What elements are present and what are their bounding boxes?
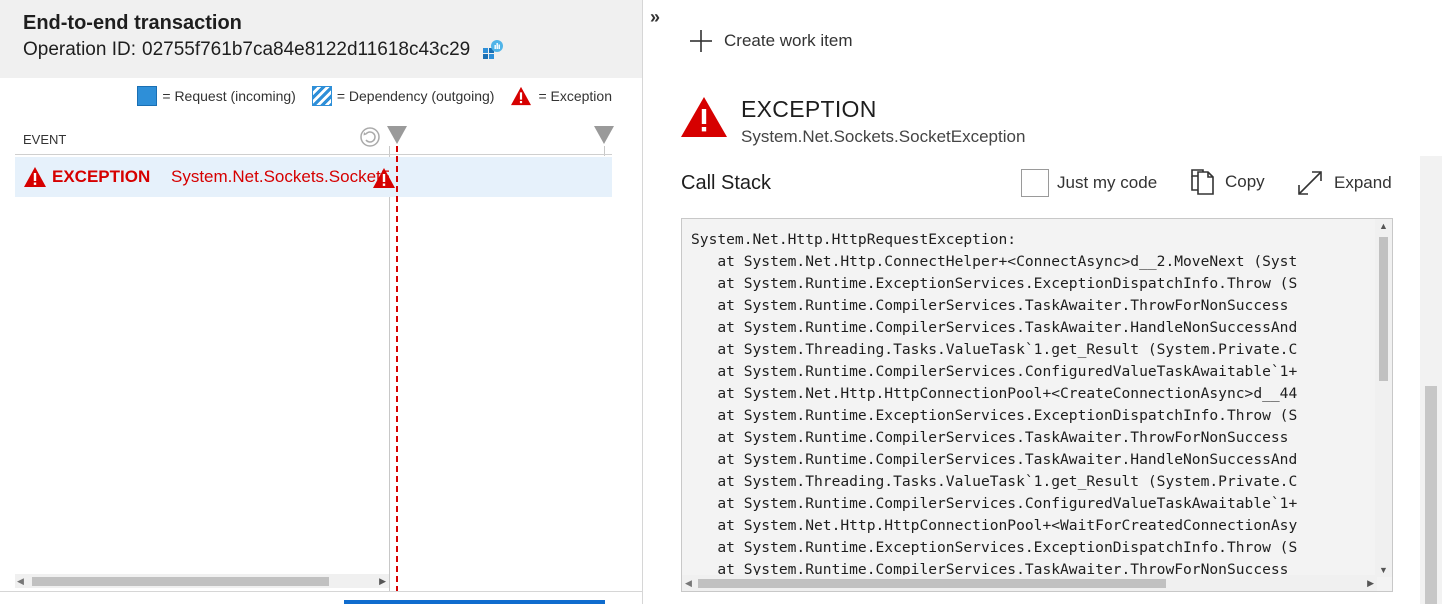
create-work-item-label: Create work item: [724, 31, 853, 50]
legend: = Request (incoming) = Dependency (outgo…: [121, 86, 612, 106]
exception-time-line: [396, 146, 398, 592]
call-stack-line: at System.Runtime.CompilerServices.TaskA…: [691, 319, 1298, 336]
call-stack-box[interactable]: System.Net.Http.HttpRequestException: at…: [681, 218, 1393, 592]
transaction-header: End-to-end transaction Operation ID: 027…: [0, 0, 642, 78]
event-type-label: EXCEPTION: [52, 167, 151, 186]
event-row-exception[interactable]: EXCEPTION System.Net.Sockets.SocketExcep…: [15, 157, 612, 197]
collapse-pane-button[interactable]: »: [650, 7, 660, 28]
exception-marker-icon[interactable]: [372, 167, 396, 189]
event-column-header: EVENT: [23, 132, 67, 147]
call-stack-line: at System.Net.Http.HttpConnectionPool+<W…: [691, 517, 1298, 534]
exception-kind-title: EXCEPTION: [741, 96, 877, 122]
expand-button[interactable]: Expand: [1296, 169, 1392, 197]
call-stack-line: at System.Runtime.ExceptionServices.Exce…: [691, 407, 1298, 424]
copy-label: Copy: [1225, 172, 1265, 191]
call-stack-line: at System.Net.Http.HttpConnectionPool+<C…: [691, 385, 1298, 402]
app-insights-icon[interactable]: [482, 39, 504, 61]
call-stack-text[interactable]: System.Net.Http.HttpRequestException: at…: [691, 229, 1371, 579]
request-swatch-icon: [137, 86, 158, 106]
warning-triangle-icon: [681, 97, 727, 137]
legend-exception-label: = Exception: [538, 88, 612, 104]
scroll-thumb[interactable]: [1379, 237, 1388, 381]
checkbox-icon[interactable]: [1021, 169, 1049, 197]
plus-icon: [690, 30, 712, 52]
expand-icon: [1298, 171, 1322, 195]
event-name-cell: System.Net.Sockets.SocketException: [171, 157, 389, 197]
scroll-left-icon[interactable]: ◀: [17, 576, 24, 587]
call-stack-line: at System.Runtime.CompilerServices.Confi…: [691, 495, 1298, 512]
call-stack-line: System.Net.Http.HttpRequestException:: [691, 231, 1017, 248]
legend-request: = Request (incoming): [137, 86, 296, 106]
header-divider: [15, 154, 612, 155]
details-pane: » Create work item EXCEPTION System.Net.…: [644, 0, 1442, 604]
scroll-left-icon[interactable]: ◀: [685, 578, 692, 589]
legend-dependency: = Dependency (outgoing): [311, 86, 495, 106]
reset-zoom-icon[interactable]: [359, 126, 381, 148]
selection-indicator: [344, 600, 605, 604]
scroll-down-icon[interactable]: ▼: [1379, 565, 1388, 575]
scroll-right-icon[interactable]: ▶: [1367, 578, 1374, 589]
call-stack-title: Call Stack: [681, 172, 772, 194]
exception-type: System.Net.Sockets.SocketException: [741, 127, 1026, 146]
scroll-right-icon[interactable]: ▶: [379, 576, 386, 587]
timeline-axis-line: [389, 146, 390, 592]
scroll-up-icon[interactable]: ▲: [1379, 221, 1388, 231]
call-stack-line: at System.Runtime.CompilerServices.TaskA…: [691, 451, 1298, 468]
call-stack-line: at System.Threading.Tasks.ValueTask`1.ge…: [691, 341, 1298, 358]
legend-request-label: = Request (incoming): [162, 88, 296, 104]
just-my-code-label: Just my code: [1057, 173, 1158, 192]
call-stack-line: at System.Runtime.CompilerServices.TaskA…: [691, 429, 1289, 446]
create-work-item-button[interactable]: Create work item: [688, 28, 852, 54]
transaction-timeline-pane: End-to-end transaction Operation ID: 027…: [0, 0, 643, 604]
warning-triangle-icon: [511, 86, 532, 106]
scroll-thumb[interactable]: [32, 577, 329, 586]
call-stack-line: at System.Net.Http.ConnectHelper+<Connec…: [691, 253, 1298, 270]
warning-triangle-icon: [24, 167, 46, 187]
event-name: System.Net.Sockets.SocketException: [171, 167, 389, 186]
dependency-swatch-icon: [311, 86, 332, 106]
legend-exception: = Exception: [510, 86, 612, 106]
call-stack-horizontal-scrollbar[interactable]: ◀ ▶: [682, 575, 1377, 591]
details-vertical-scrollbar[interactable]: [1420, 156, 1442, 604]
timeline-start-handle-icon[interactable]: [387, 126, 407, 146]
operation-id-value: 02755f761b7ca84e8122d11618c43c29: [142, 39, 471, 60]
call-stack-line: at System.Threading.Tasks.ValueTask`1.ge…: [691, 473, 1298, 490]
call-stack-line: at System.Runtime.ExceptionServices.Exce…: [691, 275, 1298, 292]
operation-id-label: Operation ID:: [23, 39, 136, 60]
copy-icon: [1191, 169, 1214, 195]
expand-label: Expand: [1334, 173, 1392, 192]
copy-button[interactable]: Copy: [1189, 167, 1265, 197]
timeline-end-handle-icon[interactable]: [594, 126, 614, 146]
call-stack-line: at System.Runtime.ExceptionServices.Exce…: [691, 539, 1298, 556]
call-stack-vertical-scrollbar[interactable]: ▲ ▼: [1375, 219, 1392, 577]
scroll-thumb[interactable]: [698, 579, 1166, 588]
call-stack-line: at System.Runtime.CompilerServices.Confi…: [691, 363, 1298, 380]
just-my-code-checkbox[interactable]: Just my code: [1021, 169, 1157, 197]
scroll-thumb[interactable]: [1425, 386, 1437, 604]
page-title: End-to-end transaction: [23, 12, 242, 34]
call-stack-line: at System.Runtime.CompilerServices.TaskA…: [691, 297, 1289, 314]
pane-bottom-border: [0, 591, 642, 592]
timeline-horizontal-scrollbar[interactable]: ◀ ▶: [15, 574, 389, 588]
legend-dependency-label: = Dependency (outgoing): [336, 88, 495, 104]
operation-id-row: Operation ID: 02755f761b7ca84e8122d11618…: [23, 39, 504, 61]
